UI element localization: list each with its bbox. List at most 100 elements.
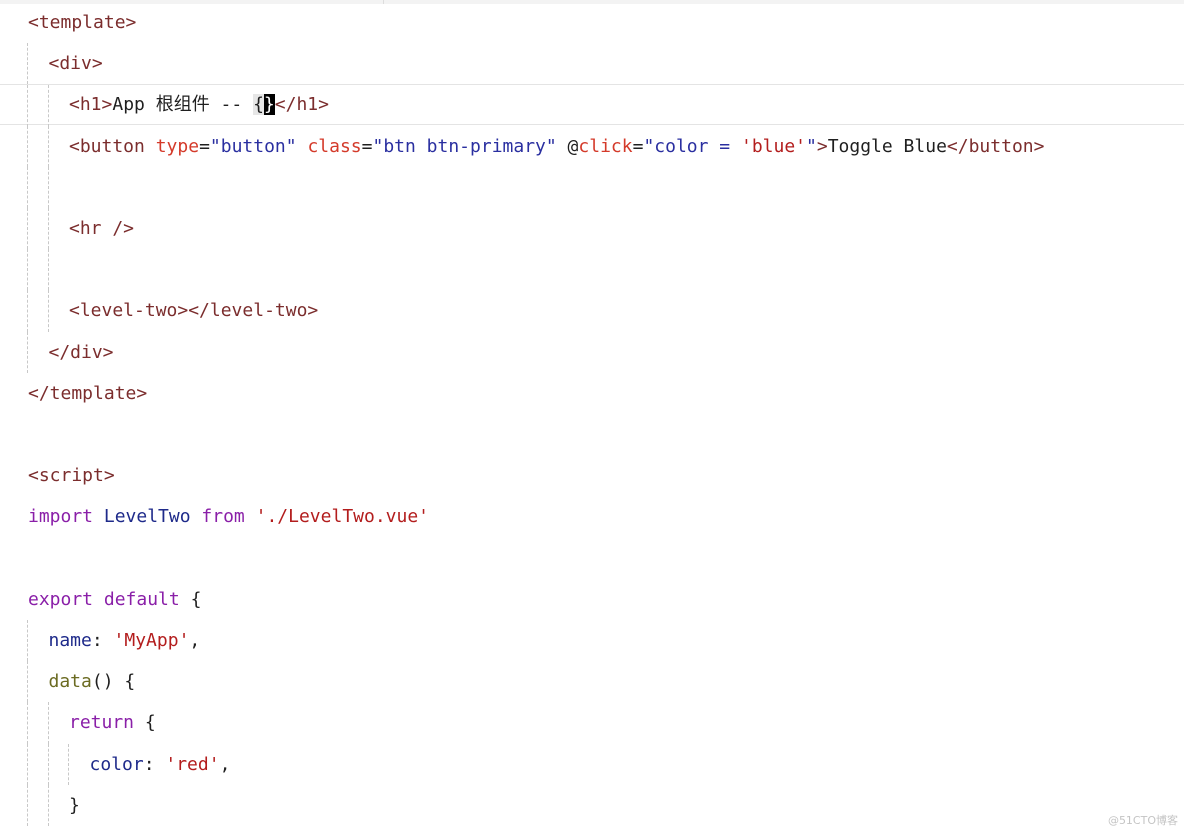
- code-token: "color =: [643, 135, 741, 157]
- code-token: @: [556, 135, 579, 157]
- text-cursor: }: [263, 94, 275, 116]
- code-text: <script>: [28, 455, 115, 496]
- code-line[interactable]: <h1>App 根组件 -- {}</h1>: [0, 84, 1184, 127]
- code-token: () {: [91, 671, 136, 693]
- code-token: return: [69, 712, 135, 734]
- indent-guide: [27, 620, 28, 662]
- indent-guide: [27, 208, 28, 250]
- code-token: =: [361, 135, 373, 157]
- code-line[interactable]: [0, 166, 1184, 208]
- code-token: default: [103, 588, 180, 610]
- code-line[interactable]: </template>: [0, 373, 1184, 414]
- code-token: LevelTwo: [103, 506, 191, 528]
- code-line[interactable]: <template>: [0, 2, 1184, 43]
- code-line[interactable]: [0, 538, 1184, 579]
- code-token: </h1>: [274, 94, 329, 116]
- code-token: from: [201, 506, 245, 528]
- code-line[interactable]: [0, 249, 1184, 291]
- code-text: <hr />: [69, 208, 134, 249]
- code-token: 'MyApp': [113, 630, 190, 651]
- code-text: <level-two></level-two>: [69, 290, 318, 331]
- code-token: <script>: [28, 465, 115, 487]
- code-line[interactable]: export default {: [0, 579, 1184, 620]
- code-token: <h1>: [69, 94, 113, 116]
- code-text: import LevelTwo from './LevelTwo.vue': [28, 496, 429, 537]
- code-token: ,: [219, 753, 231, 775]
- indent-guide: [47, 784, 49, 826]
- code-text: return {: [69, 702, 156, 743]
- code-text: </template>: [28, 373, 147, 414]
- indent-guide: [27, 743, 28, 785]
- code-token: {: [253, 94, 264, 116]
- code-line[interactable]: import LevelTwo from './LevelTwo.vue': [0, 496, 1184, 537]
- code-token: </template>: [28, 382, 148, 404]
- code-line[interactable]: <hr />: [0, 208, 1184, 250]
- code-token: =: [199, 135, 210, 157]
- code-text: color: 'red',: [90, 744, 231, 785]
- indent-guide: [47, 125, 49, 167]
- indent-guide: [47, 85, 49, 127]
- code-token: {: [134, 712, 156, 734]
- code-token: >: [816, 135, 828, 157]
- indent-guide: [27, 702, 28, 744]
- indent-guide: [27, 43, 28, 85]
- code-text: <template>: [28, 2, 136, 43]
- code-line[interactable]: name: 'MyApp',: [0, 620, 1184, 662]
- code-token: <hr />: [69, 218, 135, 239]
- code-editor[interactable]: <template> <div> <h1>App 根组件 -- {}</h1> <bu…: [0, 0, 1184, 834]
- code-token: data: [48, 671, 92, 693]
- code-token: =: [632, 135, 644, 157]
- indent-guide: [27, 125, 28, 167]
- indent-guide: [47, 702, 49, 744]
- code-token: Toggle Blue: [827, 135, 947, 157]
- code-token: name: [48, 630, 92, 651]
- code-line[interactable]: <button type="button" class="btn btn-pri…: [0, 125, 1184, 167]
- code-token: </button>: [946, 135, 1045, 157]
- code-token: <button: [69, 135, 156, 157]
- code-token: --: [209, 94, 254, 116]
- indent-guide: [27, 661, 28, 703]
- code-token: <template>: [28, 12, 137, 33]
- code-token: </div>: [48, 341, 114, 363]
- code-text: name: 'MyApp',: [49, 620, 201, 661]
- code-line[interactable]: }: [0, 784, 1184, 826]
- indent-guide: [27, 85, 28, 127]
- code-token: ": [806, 135, 817, 157]
- code-token: ,: [189, 630, 201, 651]
- code-token: import: [28, 506, 94, 528]
- code-text: <button type="button" class="btn btn-pri…: [69, 126, 1044, 167]
- code-token: :: [91, 630, 114, 651]
- code-line[interactable]: <script>: [0, 455, 1184, 496]
- code-line[interactable]: data() {: [0, 661, 1184, 703]
- code-token: "button": [209, 135, 297, 157]
- code-line[interactable]: </div>: [0, 331, 1184, 373]
- code-text: </div>: [49, 332, 114, 373]
- code-token: 根组件: [155, 94, 210, 116]
- indent-guide: [27, 166, 28, 208]
- code-line[interactable]: [0, 414, 1184, 455]
- code-token: class: [307, 135, 362, 157]
- code-token: {: [179, 588, 202, 610]
- indent-guide: [47, 743, 49, 785]
- code-token: type: [155, 135, 200, 157]
- code-line[interactable]: return {: [0, 702, 1184, 744]
- code-line[interactable]: color: 'red',: [0, 743, 1184, 785]
- indent-guide: [68, 743, 69, 785]
- indent-guide: [47, 290, 49, 332]
- indent-guide: [27, 331, 28, 373]
- code-line[interactable]: <div>: [0, 43, 1184, 85]
- code-token: <level-two></level-two>: [69, 300, 319, 322]
- code-text: export default {: [28, 579, 201, 620]
- code-token: 'blue': [740, 135, 807, 157]
- code-token: :: [143, 753, 166, 775]
- code-token: App: [112, 94, 156, 116]
- code-line[interactable]: <level-two></level-two>: [0, 290, 1184, 332]
- code-token: color: [89, 753, 144, 775]
- indent-guide: [47, 249, 49, 291]
- indent-guide: [47, 208, 49, 250]
- code-text: }: [69, 785, 80, 826]
- code-token: click: [578, 135, 633, 157]
